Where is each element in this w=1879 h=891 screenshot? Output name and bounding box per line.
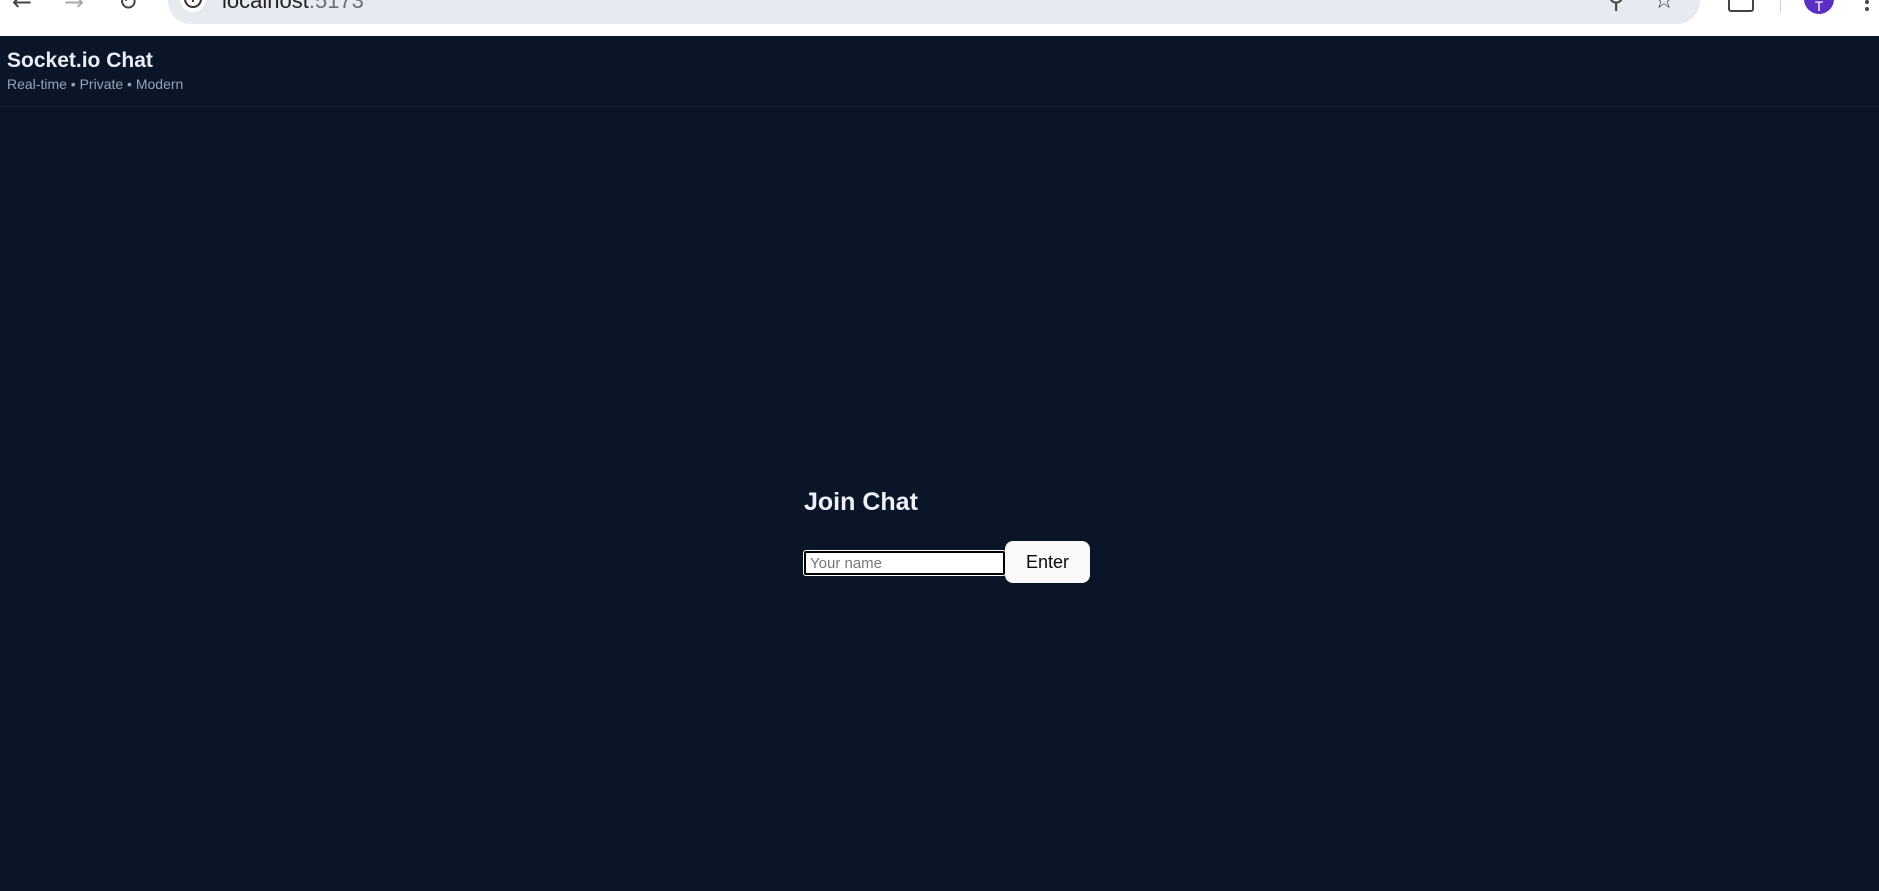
address-bar[interactable]: i localhost:5173 ⚲ ☆ <box>168 0 1700 24</box>
url-port: :5173 <box>308 0 364 13</box>
url-host: localhost <box>222 0 309 13</box>
site-info-icon[interactable]: i <box>180 0 206 12</box>
star-icon[interactable]: ☆ <box>1650 0 1678 14</box>
enter-button[interactable]: Enter <box>1005 541 1090 583</box>
browser-toolbar: ← → ↻ i localhost:5173 ⚲ ☆ T <box>0 0 1879 36</box>
extensions-icon[interactable] <box>1728 0 1754 12</box>
app-header: Socket.io Chat Real-time • Private • Mod… <box>0 36 1879 107</box>
reload-icon[interactable]: ↻ <box>110 0 146 16</box>
kebab-menu-icon[interactable] <box>1862 0 1872 12</box>
search-icon[interactable]: ⚲ <box>1602 0 1630 14</box>
name-input[interactable] <box>803 550 1006 576</box>
join-title: Join Chat <box>804 488 918 516</box>
app-tagline: Real-time • Private • Modern <box>7 76 184 92</box>
app-title: Socket.io Chat <box>7 49 153 72</box>
toolbar-divider <box>1780 0 1781 12</box>
back-arrow-icon[interactable]: ← <box>4 0 40 16</box>
profile-avatar[interactable]: T <box>1804 0 1834 14</box>
url-text[interactable]: localhost:5173 <box>222 0 364 12</box>
forward-arrow-icon[interactable]: → <box>56 0 92 16</box>
